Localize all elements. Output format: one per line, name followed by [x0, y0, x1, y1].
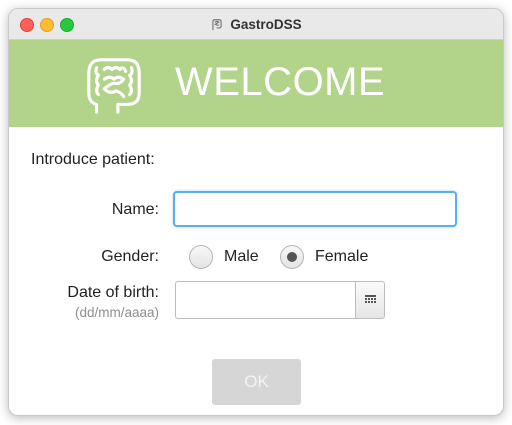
calendar-icon — [364, 295, 376, 303]
calendar-button[interactable] — [355, 281, 385, 319]
form-intro: Introduce patient: — [31, 151, 155, 168]
dob-format-hint: (dd/mm/aaaa) — [74, 305, 159, 320]
date-picker — [175, 281, 385, 319]
gender-female-radio[interactable] — [280, 245, 304, 269]
gender-label: Gender: — [101, 248, 159, 265]
name-field[interactable] — [173, 191, 457, 227]
app-window: GastroDSS WELCOME Introduce patient: Nam… — [8, 8, 504, 416]
welcome-heading: WELCOME — [175, 60, 386, 104]
dob-label: Date of birth: — [67, 284, 159, 301]
intestine-icon — [87, 58, 141, 114]
welcome-banner: WELCOME — [9, 40, 503, 127]
dob-field[interactable] — [175, 281, 356, 319]
gender-male-label[interactable]: Male — [224, 248, 259, 266]
title-bar: GastroDSS — [9, 9, 503, 40]
gender-male-radio[interactable] — [189, 245, 213, 269]
window-title-text: GastroDSS — [230, 17, 302, 32]
name-label: Name: — [111, 201, 159, 218]
gender-female-label[interactable]: Female — [315, 248, 368, 266]
radio-selected-dot — [287, 252, 297, 262]
intestine-icon — [212, 18, 223, 30]
ok-button[interactable]: OK — [212, 359, 301, 405]
window-title: GastroDSS — [9, 9, 503, 40]
